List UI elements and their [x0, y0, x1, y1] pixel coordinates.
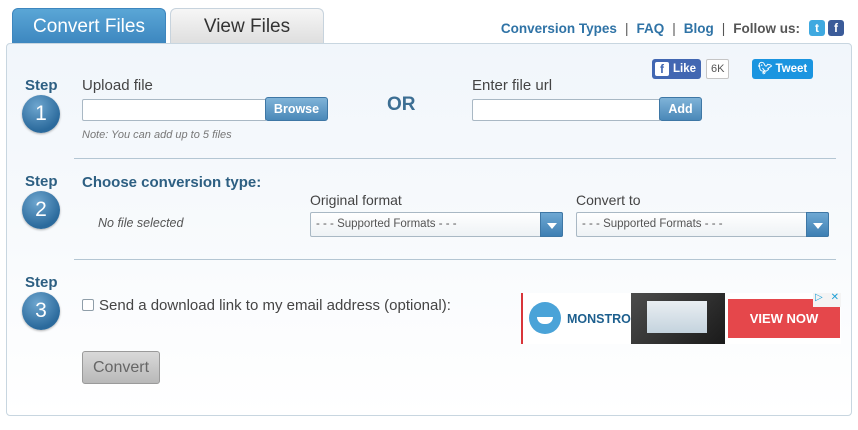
step-label: Step [25, 77, 58, 94]
like-label: Like [673, 63, 697, 75]
tweet-label: Tweet [775, 63, 808, 75]
facebook-like-widget[interactable]: f Like 6K [652, 59, 730, 79]
tab-view-files[interactable]: View Files [170, 8, 324, 44]
convert-to-label: Convert to [576, 192, 641, 208]
file-url-input[interactable] [472, 99, 660, 121]
bird-icon: 🐦︎ [757, 63, 776, 75]
upload-file-label: Upload file [82, 77, 153, 94]
original-format-select[interactable]: - - - Supported Formats - - - [310, 212, 563, 237]
separator: | [624, 20, 629, 36]
tweet-button[interactable]: 🐦︎ Tweet [752, 59, 813, 79]
email-link-label: Send a download link to my email address… [99, 297, 451, 314]
browse-button[interactable]: Browse [265, 97, 328, 121]
upload-file-input[interactable] [82, 99, 266, 121]
divider [74, 158, 836, 159]
convert-to-value: - - - Supported Formats - - - [582, 218, 723, 230]
separator: | [721, 20, 726, 36]
facebook-like-button[interactable]: f Like [652, 59, 702, 79]
step-number-badge: 3 [22, 292, 60, 330]
ad-banner[interactable]: MONSTROID VIEW NOW [521, 293, 841, 344]
tab-convert-files[interactable]: Convert Files [12, 8, 166, 44]
facebook-icon[interactable]: f [828, 20, 844, 36]
conversion-types-link[interactable]: Conversion Types [501, 21, 617, 36]
original-format-value: - - - Supported Formats - - - [316, 218, 457, 230]
no-file-selected-text: No file selected [98, 216, 184, 230]
facebook-icon: f [655, 62, 669, 76]
add-url-button[interactable]: Add [659, 97, 702, 121]
blog-link[interactable]: Blog [684, 21, 714, 36]
converter-app: Convert Files View Files Conversion Type… [0, 0, 858, 430]
conversion-type-heading: Choose conversion type: [82, 174, 262, 191]
step-label: Step [25, 173, 58, 190]
email-link-checkbox[interactable] [82, 299, 94, 311]
ad-brand-area: MONSTROID [523, 293, 643, 344]
faq-link[interactable]: FAQ [636, 21, 664, 36]
step-number-badge: 1 [22, 95, 60, 133]
ad-device-image [631, 293, 725, 344]
top-links: Conversion Types | FAQ | Blog | Follow u… [501, 20, 844, 36]
divider [74, 259, 836, 260]
separator: | [672, 20, 676, 36]
file-url-label: Enter file url [472, 77, 553, 94]
like-count: 6K [706, 59, 730, 79]
original-format-label: Original format [310, 192, 402, 208]
upload-note: Note: You can add up to 5 files [82, 129, 232, 141]
convert-button[interactable]: Convert [82, 351, 160, 384]
monster-mascot-icon [529, 302, 561, 334]
step-label: Step [25, 274, 58, 291]
ad-choices-icon[interactable] [813, 293, 841, 307]
step-number-badge: 2 [22, 191, 60, 229]
or-separator: OR [387, 94, 416, 115]
chevron-down-icon[interactable] [540, 212, 563, 237]
twitter-icon[interactable]: t [809, 20, 825, 36]
chevron-down-icon[interactable] [806, 212, 829, 237]
follow-us-label: Follow us: [733, 20, 800, 36]
convert-to-select[interactable]: - - - Supported Formats - - - [576, 212, 829, 237]
